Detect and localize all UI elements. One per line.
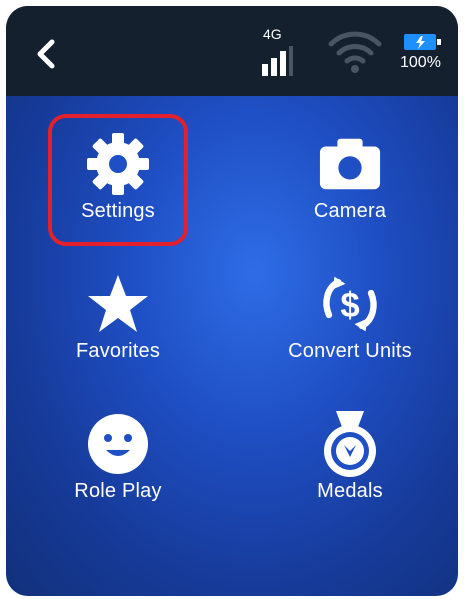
menu-item-label: Role Play [74, 480, 162, 502]
svg-text:$: $ [340, 287, 359, 325]
battery-charging-icon [404, 34, 441, 50]
gear-icon [86, 132, 150, 196]
battery-percent: 100% [400, 54, 441, 71]
menu-item-favorites[interactable]: Favorites [38, 258, 198, 378]
signal-bars-icon [262, 46, 293, 76]
chevron-left-icon [37, 39, 55, 69]
battery-indicator: 100% [400, 32, 450, 80]
star-icon [86, 272, 150, 336]
menu-item-label: Settings [81, 200, 155, 222]
menu-item-label: Convert Units [288, 340, 412, 362]
camera-icon [318, 132, 382, 196]
menu-item-convert-units[interactable]: $ Convert Units [270, 258, 430, 378]
cellular-signal: 4G [262, 26, 302, 78]
menu-item-label: Favorites [75, 340, 161, 362]
menu-item-role-play[interactable]: Role Play [38, 398, 198, 518]
menu-item-camera[interactable]: Camera [270, 118, 430, 238]
menu-item-medals[interactable]: Medals [270, 398, 430, 518]
wifi-icon [328, 31, 382, 73]
currency-exchange-icon: $ [318, 272, 382, 336]
device-screen: 4G 100% Settings Camera Favorites $ Conv… [6, 6, 458, 596]
menu-item-settings[interactable]: Settings [38, 118, 198, 238]
medal-icon [318, 411, 382, 477]
status-bar: 4G 100% [6, 6, 458, 96]
menu-item-label: Medals [317, 480, 383, 502]
menu-item-label: Camera [313, 200, 387, 222]
network-type: 4G [263, 26, 282, 42]
back-button[interactable] [32, 34, 62, 74]
smiley-face-icon [86, 412, 150, 476]
